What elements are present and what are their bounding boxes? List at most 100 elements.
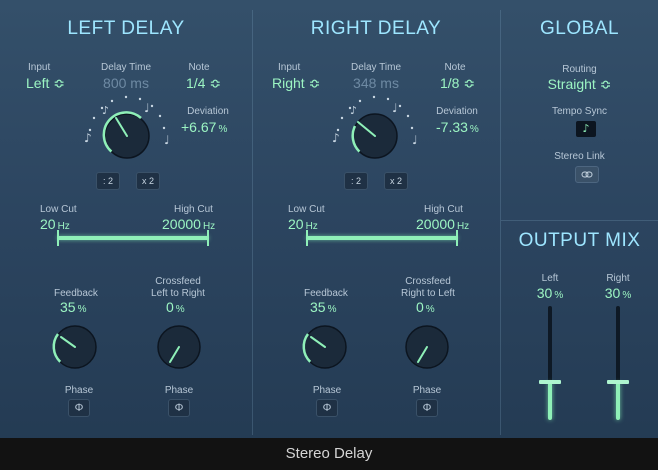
output-left-label: Left	[541, 273, 559, 284]
stereo-link-button[interactable]	[575, 166, 599, 183]
right-note-dropdown[interactable]: 1/8 ≎	[440, 75, 475, 92]
left-low-cut-handle[interactable]	[57, 230, 59, 246]
right-phase-button-2[interactable]: Φ	[416, 399, 438, 417]
right-delay-time-knob[interactable]: ♪ ♪ ♩ ♩	[328, 92, 424, 172]
right-half-button[interactable]: : 2	[344, 172, 368, 190]
left-deviation-unit: %	[218, 124, 228, 135]
right-feedback-knob[interactable]	[300, 322, 350, 372]
right-crossfeed-number: 0	[416, 299, 424, 315]
right-delay-time-label: Delay Time	[350, 62, 401, 73]
left-crossfeed-number: 0	[166, 299, 174, 315]
output-right-number: 30	[604, 285, 621, 301]
right-knob-note-icon-4: ♩	[412, 133, 418, 147]
left-half-button[interactable]: : 2	[96, 172, 120, 190]
tempo-sync-label: Tempo Sync	[551, 106, 608, 117]
plugin-name: Stereo Delay	[285, 445, 373, 462]
right-feedback-value: 35%	[310, 299, 336, 315]
stereo-delay-plugin: LEFT DELAY Input Left ≎ Delay Time 800 m…	[0, 0, 658, 470]
output-left-fader-handle[interactable]	[539, 380, 561, 384]
right-feedback-label: Feedback	[304, 288, 348, 299]
left-input-dropdown[interactable]: Left ≎	[26, 75, 65, 92]
left-feedback-unit: %	[77, 304, 87, 315]
output-right-unit: %	[622, 290, 632, 301]
right-double-button[interactable]: x 2	[384, 172, 408, 190]
right-feedback-unit: %	[327, 304, 337, 315]
right-deviation-value[interactable]: -7.33%	[436, 119, 479, 135]
left-phase-button-1[interactable]: Φ	[68, 399, 90, 417]
left-low-cut-label: Low Cut	[40, 204, 77, 215]
right-crossfeed-unit: %	[425, 304, 435, 315]
right-low-cut-handle[interactable]	[306, 230, 308, 246]
right-note-label: Note	[444, 62, 466, 73]
right-low-cut-value[interactable]: 20 Hz	[288, 216, 318, 232]
right-phase-label-1: Phase	[312, 385, 342, 396]
output-left-number: 30	[536, 285, 553, 301]
left-knob-note-icon-4: ♩	[164, 133, 170, 147]
left-high-cut-label: High Cut	[174, 204, 213, 215]
right-high-cut-label: High Cut	[424, 204, 463, 215]
right-low-cut-number: 20	[288, 216, 304, 232]
right-knob-note-icon-3: ♩	[392, 101, 398, 115]
stereo-link-label: Stereo Link	[554, 151, 605, 162]
left-low-cut-value[interactable]: 20 Hz	[40, 216, 70, 232]
left-high-cut-number: 20000	[162, 216, 201, 232]
right-delay-time-value: 348 ms	[353, 75, 399, 91]
left-crossfeed-value: 0%	[166, 299, 185, 315]
right-crossfeed-knob[interactable]	[402, 322, 452, 372]
left-phase-button-2[interactable]: Φ	[168, 399, 190, 417]
right-crossfeed-label-1: Crossfeed	[405, 276, 451, 287]
left-deviation-number: +6.67	[181, 119, 217, 135]
left-deviation-label: Deviation	[187, 106, 229, 117]
right-crossfeed-label-2: Right to Left	[401, 288, 455, 299]
output-left-fader-fill	[548, 382, 552, 420]
left-low-cut-unit: Hz	[57, 221, 70, 232]
output-right-fader-fill	[616, 382, 620, 420]
output-right-fader[interactable]	[606, 306, 630, 420]
left-crossfeed-label-2: Left to Right	[151, 288, 205, 299]
right-high-cut-value[interactable]: 20000 Hz	[416, 216, 469, 232]
left-note-dropdown[interactable]: 1/4 ≎	[186, 75, 221, 92]
output-right-fader-handle[interactable]	[607, 380, 629, 384]
right-low-cut-label: Low Cut	[288, 204, 325, 215]
output-mix-title: OUTPUT MIX	[518, 230, 641, 251]
left-feedback-label: Feedback	[54, 288, 98, 299]
left-cut-range-slider[interactable]	[57, 230, 209, 246]
right-knob-note-icon-1: ♪	[332, 131, 340, 145]
right-cut-range-slider[interactable]	[306, 230, 458, 246]
output-left-unit: %	[554, 290, 564, 301]
left-feedback-value: 35%	[60, 299, 86, 315]
left-crossfeed-knob[interactable]	[154, 322, 204, 372]
output-left-value: 30%	[530, 285, 570, 301]
right-deviation-number: -7.33	[436, 119, 468, 135]
right-high-cut-unit: Hz	[456, 221, 470, 232]
left-delay-time-knob[interactable]: ♪ ♪ ♩ ♩	[80, 92, 176, 172]
right-deviation-unit: %	[469, 124, 479, 135]
left-note-label: Note	[188, 62, 210, 73]
output-left-fader[interactable]	[538, 306, 562, 420]
left-feedback-knob[interactable]	[50, 322, 100, 372]
left-high-cut-unit: Hz	[202, 221, 216, 232]
left-high-cut-handle[interactable]	[207, 230, 209, 246]
left-phase-label-1: Phase	[64, 385, 94, 396]
left-knob-note-icon-1: ♪	[84, 131, 92, 145]
left-knob-note-icon-2: ♪	[102, 104, 109, 117]
right-crossfeed-value: 0%	[416, 299, 435, 315]
right-input-dropdown[interactable]: Right ≎	[272, 75, 320, 92]
global-title: GLOBAL	[539, 18, 620, 39]
left-double-button[interactable]: x 2	[136, 172, 160, 190]
right-high-cut-handle[interactable]	[456, 230, 458, 246]
divider-left-right	[252, 10, 253, 435]
output-right-label: Right	[606, 273, 630, 284]
routing-dropdown[interactable]: Straight ≎	[501, 76, 658, 93]
left-low-cut-number: 20	[40, 216, 56, 232]
right-feedback-number: 35	[310, 299, 326, 315]
left-crossfeed-label-1: Crossfeed	[155, 276, 201, 287]
right-phase-button-1[interactable]: Φ	[316, 399, 338, 417]
plugin-footer: Stereo Delay	[0, 438, 658, 470]
left-crossfeed-unit: %	[175, 304, 185, 315]
link-icon	[581, 171, 593, 178]
left-delay-title: LEFT DELAY	[67, 18, 185, 39]
tempo-sync-button[interactable]: ♪	[576, 121, 596, 137]
left-deviation-value[interactable]: +6.67%	[181, 119, 227, 135]
right-high-cut-number: 20000	[416, 216, 455, 232]
